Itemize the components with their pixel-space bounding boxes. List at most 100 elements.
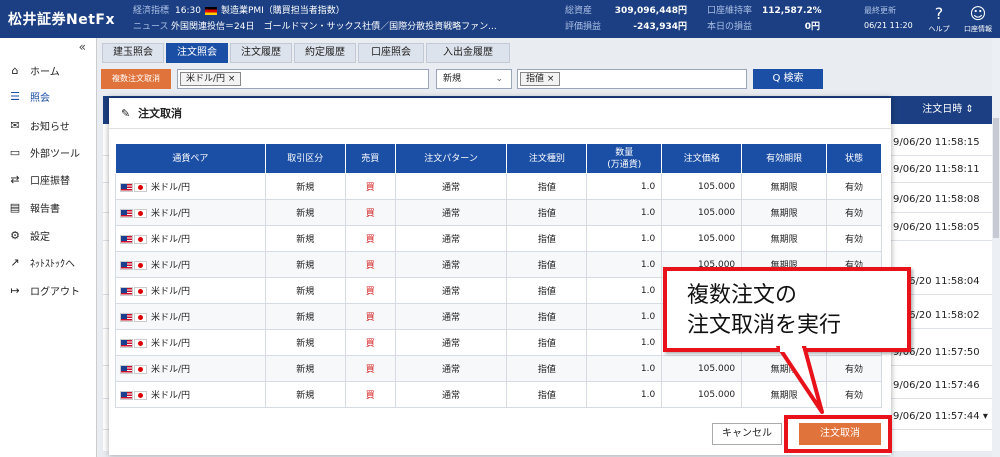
today-pl-label: 本日の損益: [707, 22, 753, 32]
table-row[interactable]: 米ドル/円 新規買通常指値1.0105.000無期限有効: [115, 225, 882, 252]
order-datetime: 9/06/20 11:58:08: [893, 194, 980, 205]
cell-currency-pair: 米ドル/円: [115, 277, 266, 304]
cell-quantity: 1.0: [586, 329, 663, 356]
trade-type-select[interactable]: 新規 ⌄: [436, 69, 512, 89]
search-button[interactable]: Q 検索: [753, 69, 823, 89]
sidebar-item-home[interactable]: ⌂ ホーム: [8, 63, 60, 78]
cell-currency-pair: 米ドル/円: [115, 381, 266, 408]
cell-currency-pair: 米ドル/円: [115, 225, 266, 252]
japan-flag-icon: [134, 339, 147, 348]
account-info-label: 口座情報: [964, 25, 992, 33]
sidebar-item-netstock[interactable]: ↗ ﾈｯﾄｽﾄｯｸへ: [8, 255, 75, 270]
sidebar-item-inquiry[interactable]: ☰ 照会: [8, 89, 50, 104]
tab-positions[interactable]: 建玉照会: [102, 43, 164, 63]
cell-currency-pair: 米ドル/円: [115, 355, 266, 382]
us-flag-icon: [120, 209, 133, 218]
pair-label: 米ドル/円: [151, 339, 191, 349]
sidebar-item-label: ホーム: [30, 67, 60, 78]
cell-side: 買: [344, 329, 396, 356]
sidebar-item-external-tools[interactable]: ▭ 外部ツール: [8, 145, 80, 160]
filter-bar: 複数注文取消 米ドル/円 × 新規 ⌄ 指値 × Q 検索: [101, 69, 996, 89]
cell-currency-pair: 米ドル/円: [115, 199, 266, 226]
pair-filter[interactable]: 米ドル/円 ×: [177, 69, 429, 89]
help-button[interactable]: ? ヘルプ: [921, 4, 957, 34]
tab-order-history[interactable]: 注文履歴: [230, 43, 292, 63]
col-side: 売買: [344, 143, 396, 174]
news-ticker[interactable]: ニュース 外国関連投信＝24日 ゴールドマン・サックス社債／国際分散投資戦略ファ…: [133, 19, 533, 35]
annotation-line-1: 複数注文の: [687, 283, 798, 308]
cell-expiry: 無期限: [741, 173, 828, 200]
sidebar-item-transfer[interactable]: ⇄ 口座振替: [8, 172, 70, 187]
sidebar-item-label: 外部ツール: [30, 149, 80, 160]
cell-side: 買: [344, 199, 396, 226]
econ-ticker[interactable]: 経済指標 16:30 製造業PMI（購買担当者指数）: [133, 3, 533, 19]
bulk-cancel-button[interactable]: 複数注文取消: [101, 69, 171, 89]
cell-currency-pair: 米ドル/円: [115, 251, 266, 278]
col-currency-pair: 通貨ペア: [115, 143, 266, 174]
col-trade-type: 取引区分: [264, 143, 346, 174]
sidebar-item-label: ログアウト: [30, 287, 80, 298]
cell-trade-type: 新規: [264, 329, 346, 356]
japan-flag-icon: [134, 261, 147, 270]
account-summary: 総資産 309,096,448円 口座維持率 112,587.2% 評価損益 -…: [565, 3, 822, 35]
cell-side: 買: [344, 225, 396, 252]
us-flag-icon: [120, 365, 133, 374]
unrealized-pl-value: -243,934円: [633, 22, 687, 32]
total-assets-value: 309,096,448円: [614, 6, 687, 16]
modal-title-text: 注文取消: [138, 107, 183, 120]
cell-order-kind: 指値: [506, 355, 588, 382]
collapse-sidebar-icon[interactable]: «: [79, 40, 86, 54]
cell-order-kind: 指値: [506, 199, 588, 226]
order-datetime: 9/06/20 11:58:15: [893, 137, 980, 148]
cell-side: 買: [344, 173, 396, 200]
order-datetime: 9/06/20 11:58:11: [893, 164, 980, 175]
monitor-icon: ▭: [9, 145, 21, 159]
sidebar-item-notices[interactable]: ✉ お知らせ: [8, 118, 69, 133]
pair-chip[interactable]: 米ドル/円 ×: [180, 72, 242, 86]
ticker-panel: 経済指標 16:30 製造業PMI（購買担当者指数） ニュース 外国関連投信＝2…: [133, 3, 533, 35]
sidebar-item-reports[interactable]: ▤ 報告書: [8, 200, 60, 215]
table-row[interactable]: 米ドル/円 新規買通常指値1.0105.000無期限有効: [115, 173, 882, 200]
cell-order-kind: 指値: [506, 381, 588, 408]
margin-ratio-label: 口座維持率: [707, 6, 753, 16]
order-datetime-header[interactable]: 注文日時 ⇕: [900, 96, 996, 124]
order-kind-chip[interactable]: 指値 ×: [520, 72, 561, 86]
cell-trade-type: 新規: [264, 381, 346, 408]
cell-trade-type: 新規: [264, 355, 346, 382]
annotation-line-2: 注文取消を実行: [687, 313, 842, 338]
help-icon: ?: [934, 4, 944, 23]
trade-type-value: 新規: [443, 74, 462, 84]
pair-label: 米ドル/円: [151, 287, 191, 297]
cell-quantity: 1.0: [586, 173, 663, 200]
margin-ratio-value: 112,587.2%: [762, 6, 822, 16]
tab-account[interactable]: 口座照会: [358, 43, 424, 63]
sidebar-item-logout[interactable]: ↦ ログアウト: [8, 283, 80, 298]
germany-flag-icon: [204, 7, 217, 15]
cancel-button[interactable]: キャンセル: [712, 423, 782, 445]
econ-time: 16:30: [175, 6, 201, 16]
cell-order-pattern: 通常: [394, 225, 508, 252]
scrollbar-thumb[interactable]: [993, 118, 999, 238]
account-info-button[interactable]: ☺ 口座情報: [960, 4, 996, 34]
news-label: ニュース: [133, 22, 169, 32]
cell-trade-type: 新規: [264, 277, 346, 304]
top-header: 松井証券NetFx 経済指標 16:30 製造業PMI（購買担当者指数） ニュー…: [0, 0, 1000, 38]
sidebar-item-label: 照会: [30, 93, 50, 104]
cell-order-pattern: 通常: [394, 381, 508, 408]
cell-status: 有効: [826, 355, 882, 382]
cell-side: 買: [344, 277, 396, 304]
main-scrollbar[interactable]: [992, 38, 1000, 457]
cell-quantity: 1.0: [586, 355, 663, 382]
pair-label: 米ドル/円: [151, 183, 191, 193]
cell-order-pattern: 通常: [394, 277, 508, 304]
col-expiry: 有効期限: [741, 143, 828, 174]
tab-orders[interactable]: 注文照会: [166, 43, 228, 63]
tab-execution-history[interactable]: 約定履歴: [294, 43, 356, 63]
sidebar-item-settings[interactable]: ⚙ 設定: [8, 228, 50, 243]
cell-order-pattern: 通常: [394, 329, 508, 356]
help-label: ヘルプ: [928, 25, 950, 33]
tab-deposit-history[interactable]: 入出金履歴: [426, 43, 510, 63]
table-row[interactable]: 米ドル/円 新規買通常指値1.0105.000無期限有効: [115, 199, 882, 226]
order-kind-filter[interactable]: 指値 ×: [517, 69, 747, 89]
cell-trade-type: 新規: [264, 199, 346, 226]
